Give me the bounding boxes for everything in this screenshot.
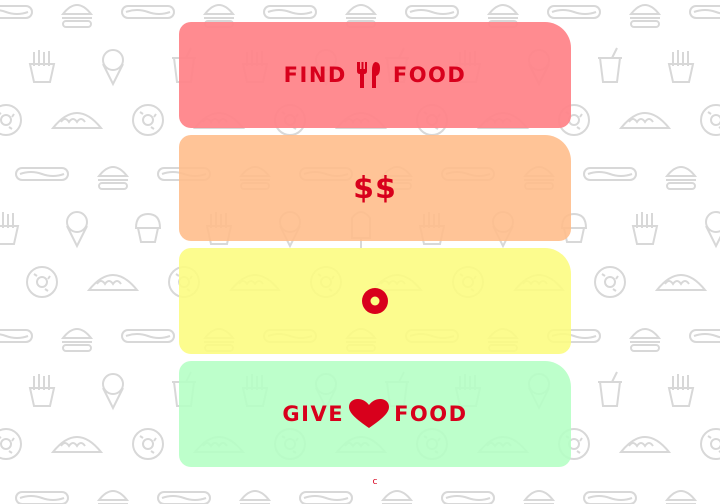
ice-cream-cone-icon <box>66 211 88 247</box>
find-label: FIND <box>283 63 347 87</box>
fork-knife-icon <box>356 62 380 88</box>
footer-mark: c <box>372 477 378 487</box>
taco-icon <box>620 112 670 129</box>
hotdog-icon <box>15 167 69 181</box>
find-food-button[interactable]: FIND FOOD <box>179 22 571 128</box>
donut-icon <box>594 266 626 298</box>
donut-icon <box>362 288 388 314</box>
give-food-button[interactable]: GIVE FOOD <box>179 361 571 467</box>
fries-icon <box>668 49 694 83</box>
soda-cup-icon <box>597 371 623 407</box>
burger-icon <box>629 328 661 352</box>
burger-icon <box>97 490 129 504</box>
hotdog-icon <box>157 491 211 504</box>
taco-icon <box>52 112 102 129</box>
burger-icon <box>61 328 93 352</box>
hotdog-icon <box>263 5 317 19</box>
give-label: GIVE <box>282 402 345 426</box>
burger-icon <box>239 490 271 504</box>
burger-icon <box>97 166 129 190</box>
hotdog-icon <box>441 491 495 504</box>
donut-button[interactable] <box>179 248 571 354</box>
burger-icon <box>381 490 413 504</box>
hotdog-icon <box>689 329 720 343</box>
hotdog-icon <box>689 5 720 19</box>
donate-money-button[interactable]: $$ <box>179 135 571 241</box>
food-label: FOOD <box>392 63 467 87</box>
donut-icon <box>132 428 164 460</box>
hotdog-icon <box>583 167 637 181</box>
hotdog-icon <box>121 329 175 343</box>
hotdog-icon <box>583 491 637 504</box>
burger-icon <box>665 490 697 504</box>
fries-icon <box>29 373 55 407</box>
fries-icon <box>0 211 19 245</box>
donut-icon <box>132 104 164 136</box>
ice-cream-cone-icon <box>102 49 124 85</box>
taco-icon <box>656 274 706 291</box>
food-label: FOOD <box>394 402 468 426</box>
ice-cream-cone-icon <box>705 211 720 247</box>
hotdog-icon <box>405 5 459 19</box>
money-label: $$ <box>353 170 397 206</box>
taco-icon <box>620 436 670 453</box>
fries-icon <box>668 373 694 407</box>
burger-icon <box>61 4 93 28</box>
ice-cream-cone-icon <box>102 373 124 409</box>
fries-icon <box>29 49 55 83</box>
hotdog-icon <box>15 491 69 504</box>
donut-icon <box>700 428 720 460</box>
taco-icon <box>88 274 138 291</box>
donut-icon <box>0 104 22 136</box>
hotdog-icon <box>121 5 175 19</box>
taco-icon <box>52 436 102 453</box>
burger-icon <box>629 4 661 28</box>
cupcake-icon <box>135 213 161 243</box>
donut-icon <box>26 266 58 298</box>
burger-icon <box>523 490 555 504</box>
soda-cup-icon <box>597 47 623 83</box>
hotdog-icon <box>547 5 601 19</box>
hotdog-icon <box>0 5 33 19</box>
hotdog-icon <box>299 491 353 504</box>
hotdog-icon <box>0 329 33 343</box>
donut-icon <box>0 428 22 460</box>
donut-icon <box>700 104 720 136</box>
burger-icon <box>665 166 697 190</box>
heart-icon <box>349 399 390 428</box>
fries-icon <box>632 211 658 245</box>
